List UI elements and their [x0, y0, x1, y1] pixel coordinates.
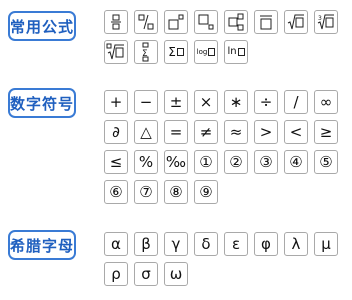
cube-root-icon: 3: [316, 12, 336, 32]
math-symbol-button[interactable]: ÷: [254, 90, 278, 114]
section-label-common-formulas: 常用公式: [8, 11, 76, 41]
math-symbol-button[interactable]: ④: [284, 150, 308, 174]
math-symbol-button[interactable]: ≠: [194, 120, 218, 144]
button-text: ln: [227, 46, 237, 57]
math-symbol-button[interactable]: ≈: [224, 120, 248, 144]
subscript-button[interactable]: [194, 10, 218, 34]
logarithm-button[interactable]: log: [194, 40, 218, 64]
greek-letter-button[interactable]: λ: [284, 232, 308, 256]
cube-root-button[interactable]: 3: [314, 10, 338, 34]
math-symbol-button[interactable]: <: [284, 120, 308, 144]
greek-letter-button[interactable]: δ: [194, 232, 218, 256]
fraction-vertical-icon: [106, 12, 126, 32]
greek-letter-button[interactable]: α: [104, 232, 128, 256]
math-symbol-button[interactable]: ⑥: [104, 180, 128, 204]
math-symbol-button[interactable]: +: [104, 90, 128, 114]
math-symbol-button[interactable]: >: [254, 120, 278, 144]
math-symbol-button[interactable]: /: [284, 90, 308, 114]
math-symbol-button[interactable]: ∞: [314, 90, 338, 114]
svg-text:3: 3: [318, 15, 322, 22]
greek-letter-button[interactable]: σ: [134, 262, 158, 286]
superscript-button[interactable]: [164, 10, 188, 34]
square-root-button[interactable]: [284, 10, 308, 34]
greek-letter-button[interactable]: ε: [224, 232, 248, 256]
nth-root-icon: [106, 42, 126, 62]
greek-letter-button[interactable]: μ: [314, 232, 338, 256]
nth-root-button[interactable]: [104, 40, 128, 64]
math-symbol-button[interactable]: ∂: [104, 120, 128, 144]
math-symbol-button[interactable]: △: [134, 120, 158, 144]
greek-letter-button[interactable]: ρ: [104, 262, 128, 286]
math-symbol-button[interactable]: ≥: [314, 120, 338, 144]
natural-log-button[interactable]: ln: [224, 40, 248, 64]
subscript-icon: [196, 12, 216, 32]
greek-letter-button[interactable]: γ: [164, 232, 188, 256]
greek-letter-button[interactable]: ω: [164, 262, 188, 286]
math-symbol-button[interactable]: ⑤: [314, 150, 338, 174]
fraction-slash-button[interactable]: [134, 10, 158, 34]
superscript-icon: [166, 12, 186, 32]
button-text: Σ: [168, 45, 176, 59]
logarithm-icon: log: [197, 48, 216, 56]
summation-icon: Σ: [168, 46, 184, 58]
math-symbol-button[interactable]: ②: [224, 150, 248, 174]
math-symbol-button[interactable]: −: [134, 90, 158, 114]
math-symbol-button[interactable]: ∗: [224, 90, 248, 114]
math-symbol-button[interactable]: ±: [164, 90, 188, 114]
greek-letter-button[interactable]: β: [134, 232, 158, 256]
math-symbol-button[interactable]: ≤: [104, 150, 128, 174]
fraction-vertical-button[interactable]: [104, 10, 128, 34]
overline-icon: [256, 12, 276, 32]
sub-superscript-icon: [226, 12, 246, 32]
fraction-slash-icon: [136, 12, 156, 32]
math-symbol-button[interactable]: ③: [254, 150, 278, 174]
math-symbol-button[interactable]: ⑦: [134, 180, 158, 204]
math-symbol-button[interactable]: ‰: [164, 150, 188, 174]
button-text: log: [196, 47, 208, 56]
math-symbol-button[interactable]: ×: [194, 90, 218, 114]
math-symbol-button[interactable]: =: [164, 120, 188, 144]
math-symbol-button[interactable]: %: [134, 150, 158, 174]
sub-superscript-button[interactable]: [224, 10, 248, 34]
greek-letter-button[interactable]: φ: [254, 232, 278, 256]
summation-limits-button[interactable]: Σ: [134, 40, 158, 64]
section-label-greek-letters: 希腊字母: [8, 230, 76, 260]
math-symbol-button[interactable]: ①: [194, 150, 218, 174]
overline-button[interactable]: [254, 10, 278, 34]
math-symbol-button[interactable]: ⑧: [164, 180, 188, 204]
square-root-icon: [286, 12, 306, 32]
summation-button[interactable]: Σ: [164, 40, 188, 64]
summation-limits-icon: Σ: [136, 42, 156, 62]
natural-log-icon: ln: [227, 46, 245, 57]
svg-text:Σ: Σ: [142, 49, 148, 59]
math-symbol-button[interactable]: ⑨: [194, 180, 218, 204]
section-label-math-symbols: 数字符号: [8, 88, 76, 118]
